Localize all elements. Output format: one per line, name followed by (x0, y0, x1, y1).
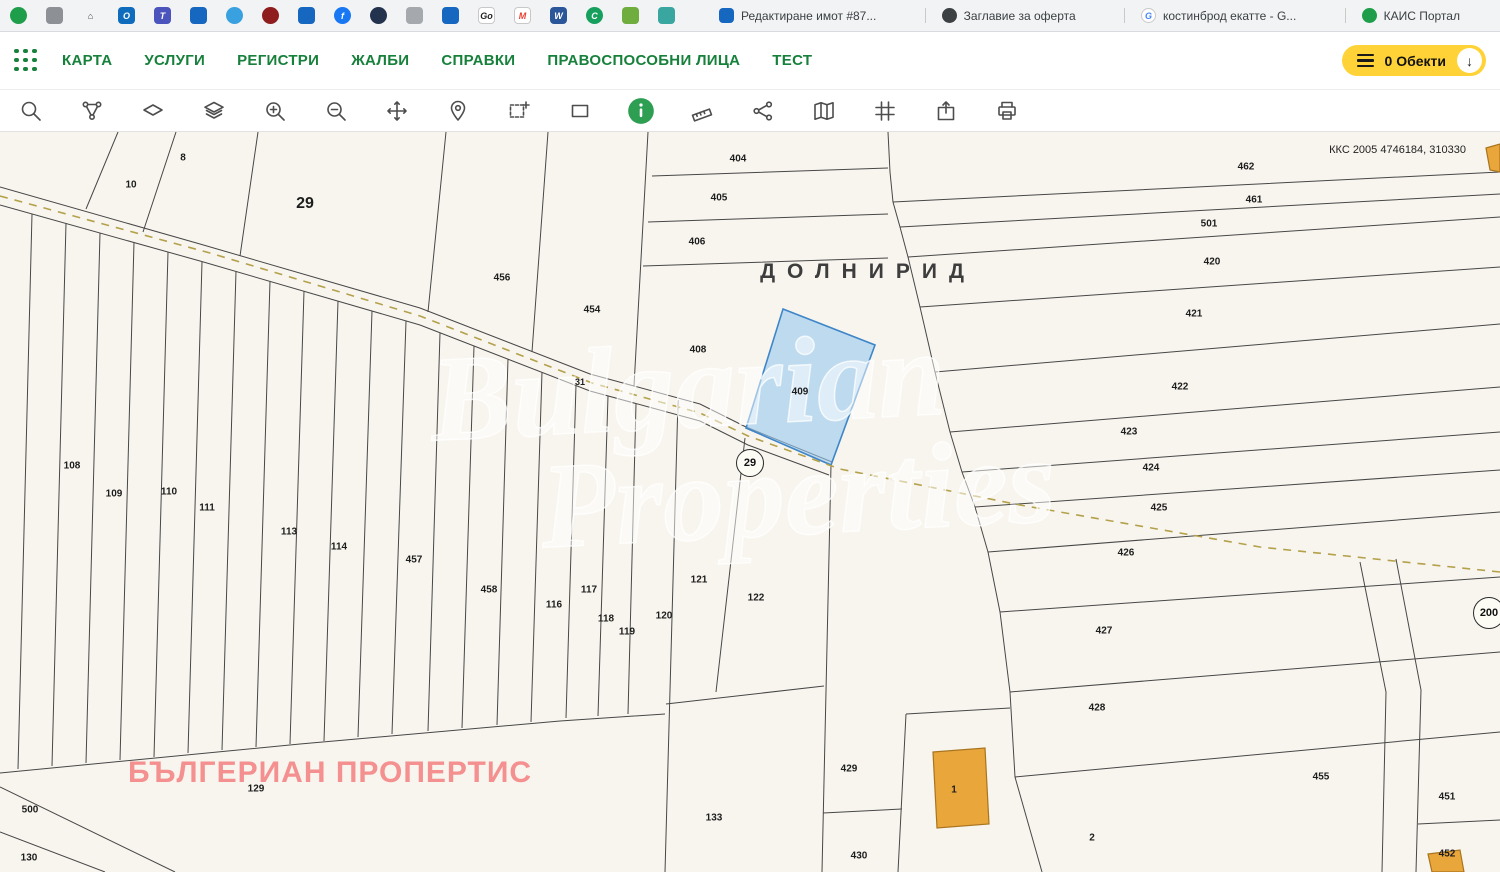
measure-ruler-icon (690, 99, 714, 123)
bookmark-item[interactable]: Редактиране имот #87... (703, 8, 892, 23)
zoom-in-icon (263, 99, 287, 123)
tool-export[interactable] (925, 93, 966, 129)
bookmark-item-favicon-icon (719, 8, 734, 23)
download-arrow-icon[interactable]: ↓ (1457, 48, 1482, 73)
bookmark-item[interactable]: G костинброд екатте - G... (1124, 8, 1312, 23)
tool-search[interactable] (10, 93, 51, 129)
tool-pan[interactable] (376, 93, 417, 129)
search-icon (19, 99, 43, 123)
bookmark-favicon-icon[interactable]: O (118, 7, 135, 24)
bookmark-item-label: Заглавие за оферта (964, 9, 1076, 23)
tool-layer[interactable] (132, 93, 173, 129)
nav-menu: КАРТА УСЛУГИ РЕГИСТРИ ЖАЛБИ СПРАВКИ ПРАВ… (62, 52, 812, 69)
tool-location[interactable] (437, 93, 478, 129)
pan-icon (385, 99, 409, 123)
tool-zoom-out[interactable] (315, 93, 356, 129)
bookmark-favicon-icon[interactable] (370, 7, 387, 24)
bookmark-favicon-icon[interactable]: ⌂ (82, 7, 99, 24)
tool-select-box[interactable] (559, 93, 600, 129)
bookmark-favicons: ⌂ O T f Go M W C (10, 7, 685, 24)
bookmark-favicon-icon[interactable] (46, 7, 63, 24)
watermark-line2: Properties (536, 413, 1058, 575)
apps-grid-icon[interactable] (14, 49, 38, 73)
bookmark-favicon-icon[interactable]: C (586, 7, 603, 24)
map-canvas[interactable]: Bulgarian Properties 8 10 29 404 405 406… (0, 132, 1500, 872)
nav-menu-item[interactable]: ПРАВОСПОСОБНИ ЛИЦА (547, 52, 740, 69)
tool-info[interactable] (620, 93, 661, 129)
map-toolbar (0, 90, 1500, 132)
grid-intersection-icon (873, 99, 897, 123)
bookmark-item-label: костинброд екатте - G... (1163, 9, 1296, 23)
layer-icon (141, 99, 165, 123)
tool-share-nodes[interactable] (742, 93, 783, 129)
hamburger-icon (1357, 54, 1374, 68)
nav-menu-item[interactable]: ТЕСТ (772, 52, 812, 69)
main-nav-bar: КАРТА УСЛУГИ РЕГИСТРИ ЖАЛБИ СПРАВКИ ПРАВ… (0, 32, 1500, 90)
tool-measure[interactable] (681, 93, 722, 129)
bookmark-favicon-icon[interactable]: W (550, 7, 567, 24)
bookmark-item[interactable]: КАИС Портал (1345, 8, 1476, 23)
nav-menu-item[interactable]: ЖАЛБИ (351, 52, 409, 69)
bookmark-favicon-icon[interactable] (190, 7, 207, 24)
bookmark-favicon-icon[interactable]: T (154, 7, 171, 24)
export-icon (934, 99, 958, 123)
place-name-label: ДОЛНИРИД (760, 260, 976, 284)
bookmark-favicon-icon[interactable] (298, 7, 315, 24)
share-nodes-icon (751, 99, 775, 123)
tool-map[interactable] (803, 93, 844, 129)
select-area-icon (507, 99, 531, 123)
bookmark-item-label: Редактиране имот #87... (741, 9, 876, 23)
bookmark-item-favicon-icon (942, 8, 957, 23)
zoom-out-icon (324, 99, 348, 123)
tool-print[interactable] (986, 93, 1027, 129)
bookmark-favicon-icon[interactable] (226, 7, 243, 24)
nav-menu-item[interactable]: СПРАВКИ (441, 52, 515, 69)
nav-menu-item[interactable]: РЕГИСТРИ (237, 52, 319, 69)
nav-menu-item[interactable]: УСЛУГИ (144, 52, 205, 69)
bookmark-item-favicon-icon (1362, 8, 1377, 23)
bookmark-favicon-icon[interactable] (262, 7, 279, 24)
tool-intersection[interactable] (864, 93, 905, 129)
bookmark-favicon-icon[interactable]: M (514, 7, 531, 24)
tool-layers[interactable] (193, 93, 234, 129)
bookmark-favicon-icon[interactable] (442, 7, 459, 24)
bookmark-favicon-icon[interactable] (622, 7, 639, 24)
print-icon (995, 99, 1019, 123)
topology-icon (80, 99, 104, 123)
bookmark-favicon-icon[interactable] (658, 7, 675, 24)
bookmark-items: Редактиране имот #87... Заглавие за офер… (685, 8, 1490, 23)
tool-zoom-in[interactable] (254, 93, 295, 129)
bookmark-favicon-icon[interactable] (10, 7, 27, 24)
location-pin-icon (446, 99, 470, 123)
brand-watermark-text: БЪЛГЕРИАН ПРОПЕРТИС (128, 756, 532, 790)
layers-icon (202, 99, 226, 123)
bookmarks-bar: ⌂ O T f Go M W C (0, 0, 1500, 32)
bookmark-favicon-icon[interactable] (406, 7, 423, 24)
select-box-icon (568, 99, 592, 123)
objects-button[interactable]: 0 Обекти ↓ (1342, 45, 1486, 76)
bookmark-favicon-icon[interactable]: f (334, 7, 351, 24)
tool-topology[interactable] (71, 93, 112, 129)
bookmark-favicon-icon[interactable]: Go (478, 7, 495, 24)
objects-count-label: 0 Обекти (1385, 53, 1446, 69)
info-icon (627, 97, 655, 125)
nav-menu-item[interactable]: КАРТА (62, 52, 112, 69)
tool-select-area[interactable] (498, 93, 539, 129)
bookmark-item-label: КАИС Портал (1384, 9, 1460, 23)
bookmark-item-favicon-icon: G (1141, 8, 1156, 23)
folded-map-icon (812, 99, 836, 123)
bookmark-item[interactable]: Заглавие за оферта (925, 8, 1092, 23)
crs-coordinates-label: ККС 2005 4746184, 310330 (1329, 144, 1466, 156)
